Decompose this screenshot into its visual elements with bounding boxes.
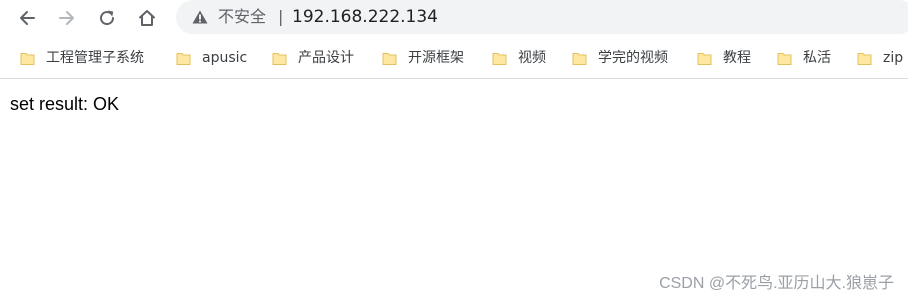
bookmark-folder[interactable]: 工程管理子系统 (20, 48, 144, 68)
watermark: CSDN @不死鸟.亚历山大.狼崽子 (659, 275, 894, 292)
omnibox-separator: | (278, 7, 284, 26)
bookmark-label: 教程 (723, 50, 751, 66)
folder-icon (572, 52, 587, 65)
home-icon (139, 10, 155, 26)
reload-button[interactable] (93, 4, 121, 32)
bookmarks-bar: 工程管理子系统 apusic 产品设计 开源框架 视频 学完的视频 教程 私活 … (0, 38, 908, 79)
security-status-label[interactable]: 不安全 (218, 6, 266, 28)
arrow-left-icon (20, 11, 35, 25)
folder-icon (176, 52, 191, 65)
address-bar[interactable]: 不安全 | 192.168.222.134 (176, 0, 908, 34)
bookmark-folder[interactable]: 教程 (697, 48, 751, 68)
bookmark-label: 工程管理子系统 (46, 50, 144, 66)
bookmark-folder[interactable]: 产品设计 (272, 48, 354, 68)
bookmark-folder[interactable]: apusic (176, 48, 247, 68)
folder-icon (272, 52, 287, 65)
folder-icon (20, 52, 35, 65)
folder-icon (492, 52, 507, 65)
arrow-right-icon (59, 11, 74, 25)
folder-icon (697, 52, 712, 65)
bookmark-folder[interactable]: zip (857, 48, 903, 68)
bookmark-folder[interactable]: 私活 (777, 48, 831, 68)
warning-triangle-icon[interactable] (192, 10, 208, 24)
bookmark-label: zip (883, 50, 904, 66)
bookmark-folder[interactable]: 视频 (492, 48, 546, 68)
folder-icon (857, 52, 872, 65)
bookmark-folder[interactable]: 开源框架 (382, 48, 464, 68)
bookmark-label: 产品设计 (298, 50, 354, 66)
forward-button[interactable] (53, 4, 81, 32)
home-button[interactable] (133, 4, 161, 32)
folder-icon (777, 52, 792, 65)
bookmark-label: apusic (202, 50, 248, 66)
bookmark-label: 学完的视频 (598, 50, 668, 66)
bookmark-label: 视频 (518, 50, 546, 66)
folder-icon (382, 52, 397, 65)
bookmark-label: 私活 (803, 50, 831, 66)
url-text[interactable]: 192.168.222.134 (292, 6, 438, 28)
back-button[interactable] (13, 4, 41, 32)
page-body-text: set result: OK (10, 94, 120, 114)
reload-icon (100, 10, 115, 26)
bookmark-folder[interactable]: 学完的视频 (572, 48, 668, 68)
bookmark-label: 开源框架 (408, 50, 464, 66)
browser-toolbar: 不安全 | 192.168.222.134 (0, 0, 908, 36)
